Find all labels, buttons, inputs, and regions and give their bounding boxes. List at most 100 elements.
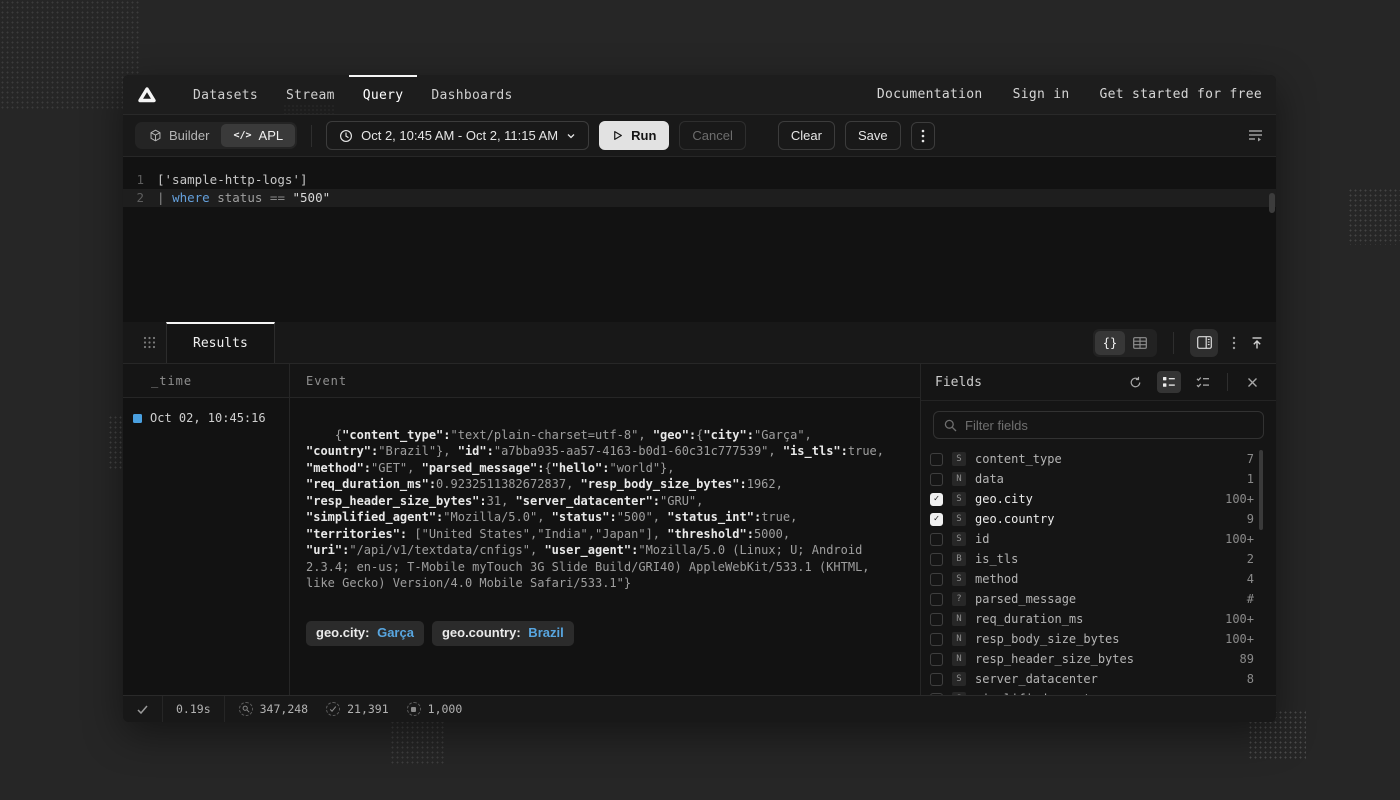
field-row[interactable]: ✓ S geo.city 100+	[921, 489, 1276, 509]
grouped-list-icon	[1162, 376, 1176, 388]
checklist-view-button[interactable]	[1191, 371, 1215, 393]
results-body: _time Event Oct 02, 10:45:16 {"content_t…	[123, 364, 1276, 695]
field-row[interactable]: ✓ S server_datacenter 8	[921, 669, 1276, 689]
run-button[interactable]: Run	[599, 121, 669, 150]
axiom-logo-icon[interactable]	[137, 75, 157, 114]
rows-scanned-icon	[239, 702, 253, 716]
wrap-lines-icon[interactable]	[1248, 129, 1264, 142]
json-view-button[interactable]: {}	[1095, 331, 1125, 355]
field-row[interactable]: ✓ B is_tls 2	[921, 549, 1276, 569]
field-checkbox[interactable]: ✓	[930, 493, 943, 506]
field-row[interactable]: ✓ S geo.country 9	[921, 509, 1276, 529]
log-row-time[interactable]: Oct 02, 10:45:16	[123, 398, 289, 693]
field-count: 1	[1247, 472, 1254, 486]
field-row[interactable]: ✓ N resp_header_size_bytes 89	[921, 649, 1276, 669]
editor-line[interactable]: 1 ['sample-http-logs']	[123, 171, 1276, 189]
code-icon: </>	[233, 130, 251, 141]
field-row[interactable]: ✓ N req_duration_ms 100+	[921, 609, 1276, 629]
close-fields-button[interactable]	[1240, 371, 1264, 393]
field-row[interactable]: ✓ S simplified_agent	[921, 689, 1276, 695]
more-options-button[interactable]	[911, 122, 935, 150]
field-row[interactable]: ✓ N resp_body_size_bytes 100+	[921, 629, 1276, 649]
field-type-badge: B	[952, 552, 966, 566]
results-tab[interactable]: Results	[166, 322, 275, 363]
field-row[interactable]: ✓ ? parsed_message #	[921, 589, 1276, 609]
collapse-panel-button[interactable]	[1250, 336, 1264, 350]
field-row[interactable]: ✓ S id 100+	[921, 529, 1276, 549]
reset-fields-button[interactable]	[1123, 371, 1147, 393]
editor-line[interactable]: 2 | where status == "500"	[123, 189, 1276, 207]
field-type-badge: S	[952, 672, 966, 686]
field-checkbox[interactable]: ✓	[930, 593, 943, 606]
field-checkbox[interactable]: ✓	[930, 513, 943, 526]
nav-tab-datasets[interactable]: Datasets	[179, 75, 272, 114]
builder-mode-button[interactable]: Builder	[137, 124, 221, 147]
checklist-icon	[1196, 376, 1210, 388]
field-checkbox[interactable]: ✓	[930, 453, 943, 466]
field-count: 100+	[1225, 632, 1254, 646]
nav-tab-dashboards[interactable]: Dashboards	[417, 75, 526, 114]
app-window: DatasetsStreamQueryDashboards Documentat…	[123, 75, 1276, 722]
field-name: method	[975, 572, 1018, 586]
fields-scrollbar[interactable]	[1259, 450, 1263, 530]
line-number: 1	[123, 171, 157, 189]
field-count: 2	[1247, 552, 1254, 566]
results-more-button[interactable]	[1232, 336, 1236, 350]
elapsed-time: 0.19s	[163, 696, 225, 722]
field-checkbox[interactable]: ✓	[930, 473, 943, 486]
table-view-button[interactable]	[1125, 331, 1155, 355]
field-checkbox[interactable]: ✓	[930, 553, 943, 566]
filter-fields-input[interactable]	[965, 418, 1253, 433]
line-code: | where status == "500"	[157, 189, 330, 207]
field-type-badge: S	[952, 572, 966, 586]
field-count: 89	[1240, 652, 1254, 666]
clock-icon	[339, 129, 353, 143]
column-header-event[interactable]: Event	[289, 364, 920, 398]
apl-mode-button[interactable]: </> APL	[221, 124, 295, 147]
drag-handle-icon[interactable]	[133, 322, 166, 363]
arrow-up-to-bar-icon	[1250, 336, 1264, 350]
field-name: resp_header_size_bytes	[975, 652, 1134, 666]
field-checkbox[interactable]: ✓	[930, 613, 943, 626]
nav-link[interactable]: Get started for free	[1099, 87, 1262, 102]
field-checkbox[interactable]: ✓	[930, 533, 943, 546]
query-editor[interactable]: 1 ['sample-http-logs'] 2 | where status …	[123, 157, 1276, 322]
field-checkbox[interactable]: ✓	[930, 673, 943, 686]
kebab-icon	[1232, 336, 1236, 350]
cancel-button[interactable]: Cancel	[679, 121, 745, 150]
nav-link[interactable]: Sign in	[1013, 87, 1070, 102]
halftone-pattern	[1348, 188, 1400, 245]
field-value-chip[interactable]: geo.city: Garça	[306, 621, 424, 646]
log-row-event[interactable]: {"content_type":"text/plain-charset=utf-…	[289, 398, 920, 693]
field-row[interactable]: ✓ S content_type 7	[921, 449, 1276, 469]
field-type-badge: S	[952, 532, 966, 546]
row-marker-icon	[133, 414, 142, 423]
check-icon	[136, 703, 149, 716]
group-view-button[interactable]	[1157, 371, 1181, 393]
refresh-icon	[1129, 376, 1142, 389]
halftone-pattern	[283, 104, 335, 114]
field-row[interactable]: ✓ N data 1	[921, 469, 1276, 489]
field-checkbox[interactable]: ✓	[930, 653, 943, 666]
field-checkbox[interactable]: ✓	[930, 633, 943, 646]
editor-scrollbar[interactable]	[1269, 193, 1275, 213]
results-tab-label: Results	[193, 336, 248, 351]
field-type-badge: N	[952, 632, 966, 646]
clear-button[interactable]: Clear	[778, 121, 835, 150]
fields-list: ✓ S content_type 7 ✓ N data 1 ✓ S geo.ci…	[921, 449, 1276, 695]
fields-panel-toggle-button[interactable]	[1190, 329, 1218, 357]
time-range-button[interactable]: Oct 2, 10:45 AM - Oct 2, 11:15 AM	[326, 121, 589, 150]
kebab-icon	[921, 129, 925, 143]
field-checkbox[interactable]: ✓	[930, 693, 943, 695]
field-row[interactable]: ✓ S method 4	[921, 569, 1276, 589]
field-count: 8	[1247, 672, 1254, 686]
event-json: {"content_type":"text/plain-charset=utf-…	[306, 428, 891, 591]
field-checkbox[interactable]: ✓	[930, 573, 943, 586]
save-button[interactable]: Save	[845, 121, 901, 150]
nav-link[interactable]: Documentation	[877, 87, 983, 102]
nav-tab-query[interactable]: Query	[349, 75, 418, 114]
event-chips: geo.city: Garça geo.country: Brazil	[306, 621, 904, 646]
field-name: parsed_message	[975, 592, 1076, 606]
column-header-time[interactable]: _time	[123, 364, 289, 398]
field-value-chip[interactable]: geo.country: Brazil	[432, 621, 574, 646]
